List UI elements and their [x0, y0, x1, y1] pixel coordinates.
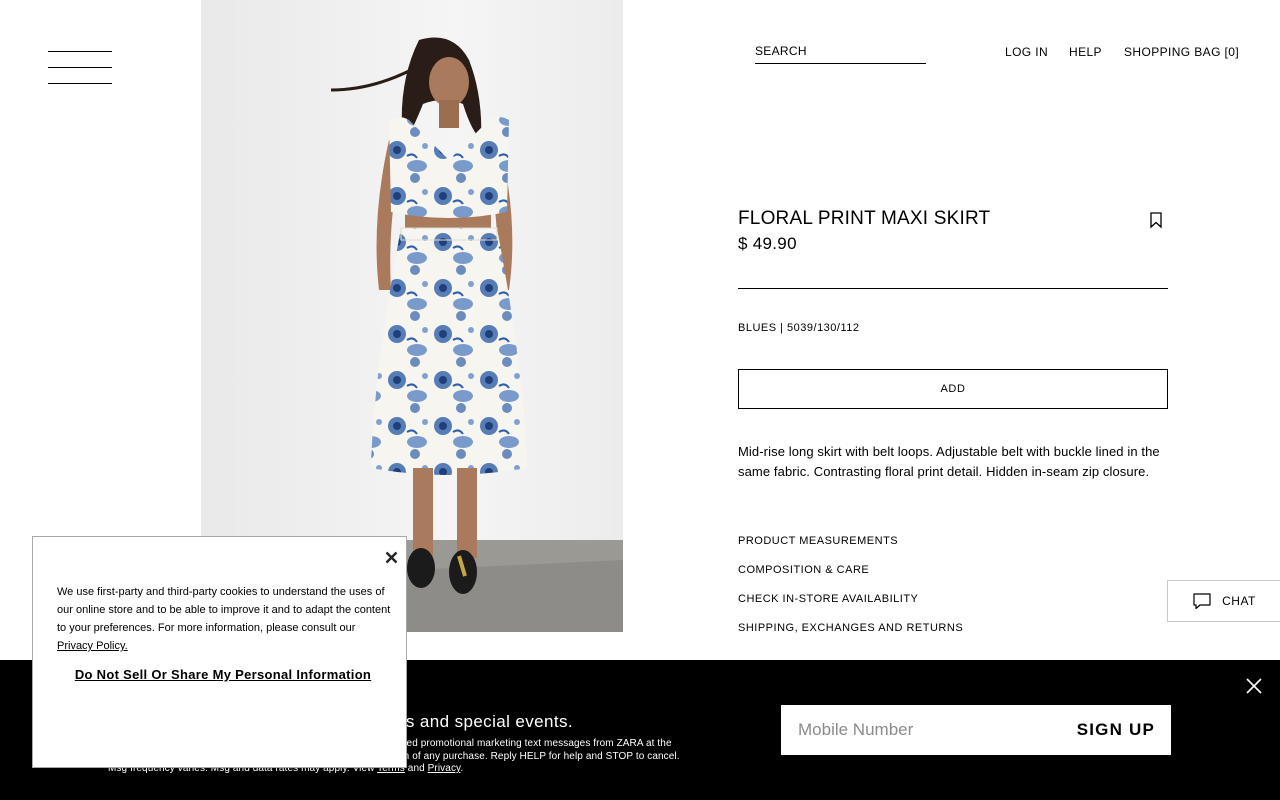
chat-button[interactable]: CHAT [1167, 580, 1280, 622]
period-text: . [460, 763, 464, 774]
privacy-policy-link[interactable]: Privacy Policy. [57, 640, 128, 652]
hamburger-line [48, 83, 112, 84]
product-title: FLORAL PRINT MAXI SKIRT [738, 208, 991, 229]
sms-heading: ds and special events. [396, 712, 574, 731]
product-price: $ 49.90 [738, 234, 797, 253]
close-icon[interactable] [383, 549, 399, 565]
cookie-text: We use first-party and third-party cooki… [57, 583, 393, 655]
add-to-bag-button[interactable]: ADD [738, 369, 1168, 409]
hamburger-line [48, 67, 112, 68]
sign-up-button[interactable]: SIGN UP [1067, 705, 1171, 755]
cookie-dialog: We use first-party and third-party cooki… [32, 536, 407, 768]
privacy-link[interactable]: Privacy [428, 763, 461, 774]
sms-form: SIGN UP [781, 705, 1171, 755]
cookie-message: We use first-party and third-party cooki… [57, 586, 391, 634]
close-icon[interactable] [1245, 677, 1263, 695]
chat-label: CHAT [1222, 594, 1256, 608]
do-not-sell-link[interactable]: Do Not Sell Or Share My Personal Informa… [57, 666, 389, 684]
divider [738, 288, 1168, 289]
color-reference: BLUES | 5039/130/112 [738, 322, 860, 334]
check-store-availability-link[interactable]: CHECK IN-STORE AVAILABILITY [738, 593, 918, 605]
product-measurements-link[interactable]: PRODUCT MEASUREMENTS [738, 535, 898, 547]
composition-care-link[interactable]: COMPOSITION & CARE [738, 564, 869, 576]
shipping-returns-link[interactable]: SHIPPING, EXCHANGES AND RETURNS [738, 622, 963, 634]
login-link[interactable]: LOG IN [1005, 45, 1048, 59]
and-text: and [404, 763, 428, 774]
shopping-bag-link[interactable]: SHOPPING BAG [0] [1124, 45, 1239, 59]
bookmark-icon[interactable] [1149, 211, 1163, 229]
menu-hamburger-icon[interactable] [48, 51, 112, 85]
hamburger-line [48, 51, 112, 52]
product-description: Mid-rise long skirt with belt loops. Adj… [738, 444, 1160, 479]
chat-bubble-icon [1193, 593, 1211, 610]
help-link[interactable]: HELP [1069, 45, 1102, 59]
search-input[interactable]: SEARCH [755, 44, 926, 64]
mobile-number-input[interactable] [781, 705, 1067, 755]
